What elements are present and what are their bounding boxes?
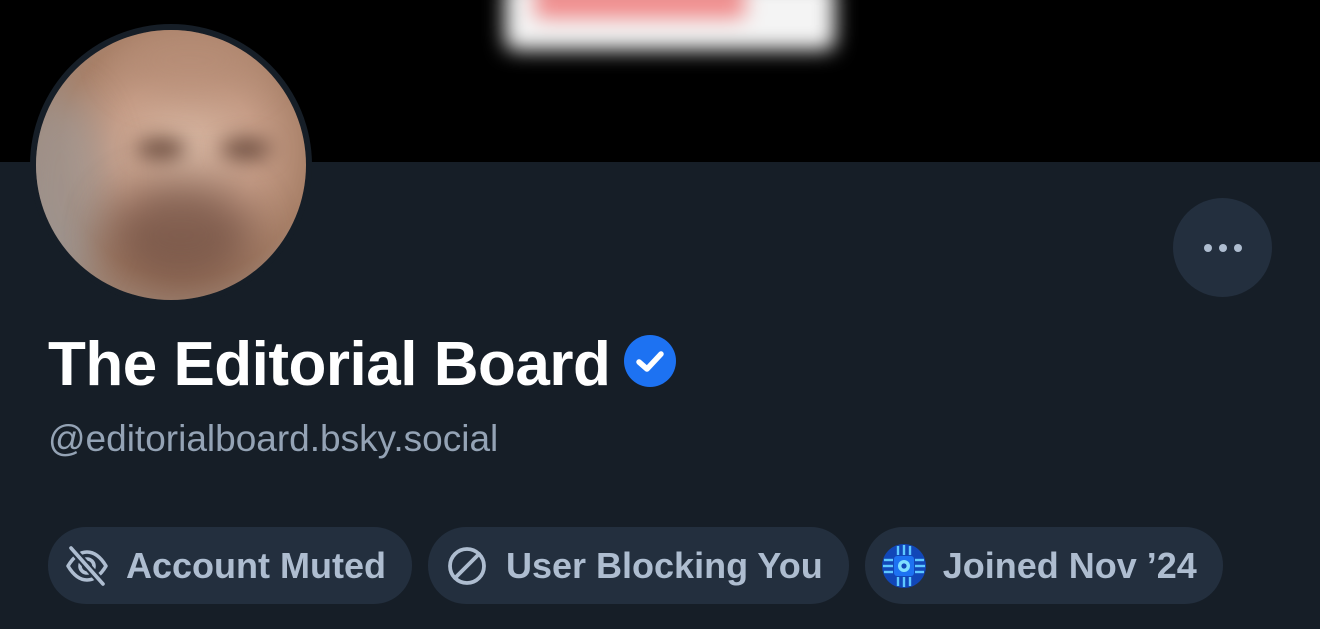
more-options-button[interactable] [1173,198,1272,297]
user-blocking-badge[interactable]: User Blocking You [427,527,849,604]
name-row: The Editorial Board [48,328,677,400]
eye-slash-icon [64,543,110,589]
display-name: The Editorial Board [48,329,611,399]
profile-page: The Editorial Board @editorialboard.bsky… [0,0,1320,629]
joined-date-badge[interactable]: Joined Nov ’24 [864,527,1223,604]
verified-badge-icon[interactable] [624,335,677,387]
account-muted-label: Account Muted [126,544,386,586]
joined-date-label: Joined Nov ’24 [942,544,1197,586]
avatar-border [30,24,312,306]
more-horizontal-icon [1203,243,1212,252]
profile-status-badges: Account Muted User Blocking You Joined N… [48,527,1223,604]
starter-pack-icon [881,543,927,589]
banner-image [505,0,835,50]
account-muted-badge[interactable]: Account Muted [48,527,412,604]
block-icon [444,543,490,589]
user-blocking-label: User Blocking You [505,544,823,586]
avatar[interactable] [36,30,306,300]
profile-handle: @editorialboard.bsky.social [48,418,499,459]
